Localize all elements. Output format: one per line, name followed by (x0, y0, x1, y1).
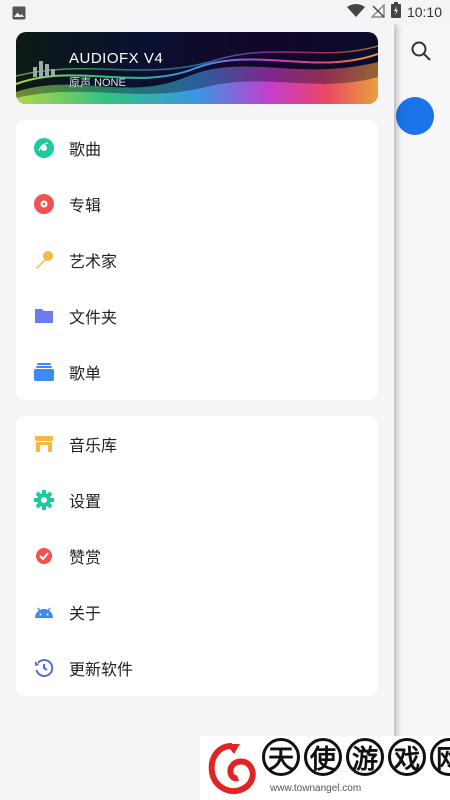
status-clock: 10:10 (406, 4, 442, 20)
album-disc-icon (34, 194, 54, 214)
battery-charging-icon (390, 2, 401, 22)
watermark-char: 网 (430, 738, 450, 776)
menu-item-donate[interactable]: 赞赏 (16, 528, 378, 584)
menu-item-folders[interactable]: 文件夹 (16, 288, 378, 344)
watermark-char: 天 (262, 738, 300, 776)
watermark-url: www.townangel.com (270, 783, 362, 794)
site-watermark: 天 使 游 戏 网 www.townangel.com (200, 736, 450, 800)
menu-label: 艺术家 (69, 252, 118, 271)
badge-check-icon (34, 546, 54, 566)
no-signal-icon (370, 2, 385, 22)
menu-item-albums[interactable]: 专辑 (16, 176, 378, 232)
menu-label: 歌单 (69, 364, 102, 383)
banner-title: AUDIOFX V4 (69, 50, 164, 67)
song-disc-icon (34, 138, 54, 158)
folder-icon (34, 306, 54, 326)
menu-item-music-library[interactable]: 音乐库 (16, 416, 378, 472)
menu-item-artists[interactable]: 艺术家 (16, 232, 378, 288)
microphone-icon (34, 250, 54, 270)
gear-icon (34, 490, 54, 510)
navigation-drawer: AUDIOFX V4 原声 NONE 歌曲 专辑 艺术家 文件夹 歌单 音乐库 … (0, 24, 394, 800)
wifi-icon (346, 3, 365, 22)
android-icon (34, 602, 54, 622)
store-icon (34, 434, 54, 454)
menu-label: 专辑 (69, 196, 102, 215)
status-bar: 10:10 (0, 0, 450, 24)
library-menu-card: 歌曲 专辑 艺术家 文件夹 歌单 (16, 120, 378, 400)
banner-subtitle: 原声 NONE (69, 77, 126, 89)
menu-label: 音乐库 (69, 436, 118, 455)
menu-item-about[interactable]: 关于 (16, 584, 378, 640)
image-icon (12, 5, 26, 24)
equalizer-icon (33, 57, 55, 77)
watermark-logo-icon (206, 740, 258, 800)
update-clock-icon (34, 658, 54, 678)
menu-label: 设置 (69, 492, 102, 511)
background-action-button[interactable] (396, 97, 434, 135)
menu-item-songs[interactable]: 歌曲 (16, 120, 378, 176)
menu-label: 赞赏 (69, 548, 102, 567)
menu-label: 关于 (69, 604, 102, 623)
menu-label: 文件夹 (69, 308, 118, 327)
audiofx-banner[interactable]: AUDIOFX V4 原声 NONE (16, 32, 378, 104)
watermark-char: 使 (304, 738, 342, 776)
watermark-char: 游 (346, 738, 384, 776)
playlist-icon (34, 362, 54, 382)
watermark-char: 戏 (388, 738, 426, 776)
menu-item-update[interactable]: 更新软件 (16, 640, 378, 696)
menu-item-settings[interactable]: 设置 (16, 472, 378, 528)
menu-label: 更新软件 (69, 660, 134, 679)
app-menu-card: 音乐库 设置 赞赏 关于 更新软件 (16, 416, 378, 696)
search-icon[interactable] (410, 40, 432, 66)
menu-label: 歌曲 (69, 140, 102, 159)
menu-item-playlists[interactable]: 歌单 (16, 344, 378, 400)
